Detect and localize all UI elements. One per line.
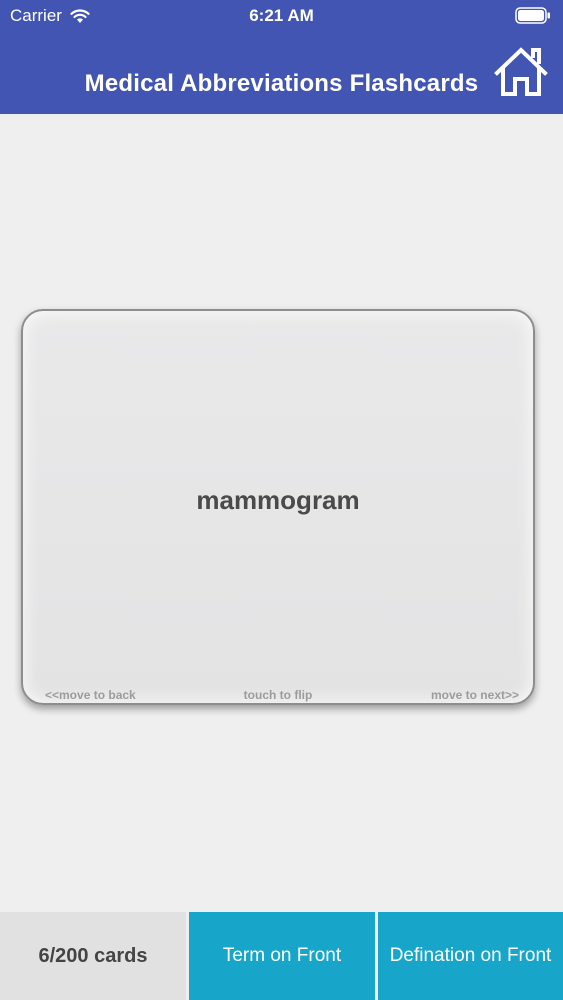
definition-on-front-button[interactable]: Defination on Front bbox=[378, 912, 563, 1000]
bottom-bar: 6/200 cards Term on Front Defination on … bbox=[0, 912, 563, 1000]
status-time: 6:21 AM bbox=[249, 6, 314, 25]
flashcard[interactable]: mammogram <<move to back touch to flip m… bbox=[21, 309, 535, 705]
page-title: Medical Abbreviations Flashcards bbox=[84, 70, 479, 97]
term-on-front-button[interactable]: Term on Front bbox=[189, 912, 375, 1000]
home-icon[interactable] bbox=[493, 46, 549, 98]
battery-icon bbox=[515, 7, 550, 24]
move-next-hint[interactable]: move to next>> bbox=[431, 688, 519, 702]
status-bar: Carrier 6:21 AM bbox=[0, 0, 563, 32]
card-term: mammogram bbox=[196, 485, 360, 515]
card-count: 6/200 cards bbox=[0, 912, 186, 1000]
app-header: Carrier 6:21 AM Medical Abbreviations Fl… bbox=[0, 0, 563, 114]
